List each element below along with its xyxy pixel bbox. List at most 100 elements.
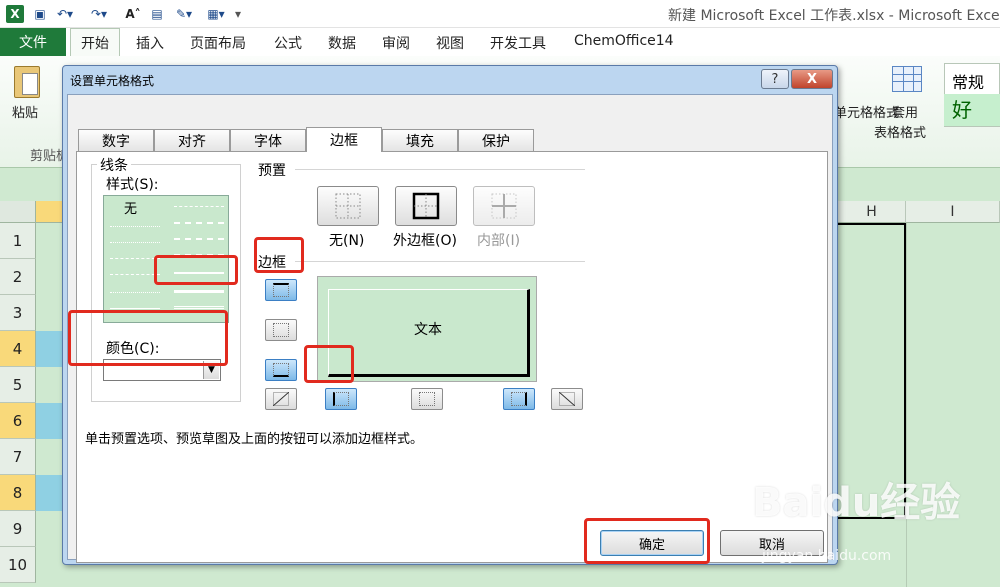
preset-none-label: 无(N) xyxy=(329,233,365,249)
border-separator xyxy=(295,261,585,262)
highlight-color xyxy=(68,310,228,366)
tab-number[interactable]: 数字 xyxy=(78,129,154,151)
font-size-icon[interactable]: A˄ xyxy=(124,5,142,23)
tab-font[interactable]: 字体 xyxy=(230,129,306,151)
row-header-4[interactable]: 4 xyxy=(0,331,36,367)
paste-label[interactable]: 粘贴 xyxy=(12,102,38,121)
dialog-title: 设置单元格格式 xyxy=(70,74,155,88)
line-style-option[interactable] xyxy=(110,226,160,227)
style-normal[interactable]: 常规 xyxy=(952,69,984,93)
redo-icon[interactable]: ↷▾ xyxy=(88,5,110,23)
window-title: 新建 Microsoft Excel 工作表.xlsx - Microsoft … xyxy=(668,8,1000,24)
line-style-option[interactable] xyxy=(110,308,160,309)
border-middle-v-icon xyxy=(419,392,435,406)
row-header-7[interactable]: 7 xyxy=(0,439,36,475)
line-style-none[interactable]: 无 xyxy=(124,198,137,217)
tab-data[interactable]: 数据 xyxy=(328,33,356,53)
highlight-ok xyxy=(584,518,710,564)
highlight-left-border xyxy=(304,345,354,383)
preview-text: 文本 xyxy=(414,322,442,338)
preset-outline-button[interactable] xyxy=(395,186,457,226)
border-right-icon xyxy=(511,392,527,406)
border-middle-v-button[interactable] xyxy=(411,388,443,410)
preset-label: 预置 xyxy=(255,160,289,180)
format-icon[interactable]: ▤ xyxy=(148,5,166,23)
row-header-6[interactable]: 6 xyxy=(0,403,36,439)
row-header-1[interactable]: 1 xyxy=(0,223,36,259)
title-bar: X ▣ ↶▾ ↷▾ A˄ ▤ ✎▾ ▦▾ ▾ 新建 Microsoft Exce… xyxy=(0,0,1000,28)
line-style-option[interactable] xyxy=(110,242,160,243)
row-header-5[interactable]: 5 xyxy=(0,367,36,403)
close-button[interactable]: X xyxy=(791,69,833,89)
highlight-icon[interactable]: ✎▾ xyxy=(172,5,196,23)
border-left-button[interactable] xyxy=(325,388,357,410)
tab-view[interactable]: 视图 xyxy=(436,33,464,53)
tab-file[interactable]: 文件 xyxy=(0,28,66,56)
hint-text: 单击预置选项、预览草图及上面的按钮可以添加边框样式。 xyxy=(85,432,424,447)
tab-review[interactable]: 审阅 xyxy=(382,33,410,53)
cell-styles-label[interactable]: 单元格格式 xyxy=(834,102,899,121)
border-top-icon xyxy=(273,283,289,297)
line-style-option[interactable] xyxy=(174,222,224,224)
line-group-label: 线条 xyxy=(97,155,131,175)
line-style-option[interactable] xyxy=(110,292,160,293)
border-middle-h-button[interactable] xyxy=(265,319,297,341)
border-middle-h-icon xyxy=(273,323,289,337)
save-icon[interactable]: ▣ xyxy=(32,5,48,23)
line-style-option[interactable] xyxy=(174,206,224,207)
baidu-watermark: Baidu经验 xyxy=(752,480,961,526)
tab-developer[interactable]: 开发工具 xyxy=(490,33,546,53)
column-header-h[interactable]: H xyxy=(838,201,906,223)
format-as-table-label-1[interactable]: 套用 xyxy=(892,102,918,121)
customize-icon[interactable]: ▾ xyxy=(232,5,244,23)
line-style-option[interactable] xyxy=(174,238,224,240)
line-style-selected[interactable] xyxy=(174,290,224,293)
tab-page-layout[interactable]: 页面布局 xyxy=(190,33,246,53)
diagonal-down-icon xyxy=(559,392,575,406)
preset-outline-label: 外边框(O) xyxy=(393,233,457,249)
border-diag-up-button[interactable] xyxy=(265,388,297,410)
border-top-button[interactable] xyxy=(265,279,297,301)
line-style-option[interactable] xyxy=(110,258,160,259)
undo-icon[interactable]: ↶▾ xyxy=(54,5,76,23)
preset-none-button[interactable] xyxy=(317,186,379,226)
baidu-watermark-url: jingyan.baidu.com xyxy=(762,548,892,564)
style-good[interactable]: 好 xyxy=(944,94,1000,126)
tab-border[interactable]: 边框 xyxy=(306,127,382,152)
format-as-table-label-2[interactable]: 表格格式 xyxy=(874,122,926,141)
help-button[interactable]: ? xyxy=(761,69,789,89)
tab-insert[interactable]: 插入 xyxy=(136,33,164,53)
row-header-2[interactable]: 2 xyxy=(0,259,36,295)
border-left-icon xyxy=(333,392,349,406)
border-none-icon xyxy=(335,193,361,219)
tab-formulas[interactable]: 公式 xyxy=(274,33,302,53)
paste-icon[interactable] xyxy=(14,66,40,98)
format-as-table-icon[interactable] xyxy=(892,66,922,92)
highlight-line-style xyxy=(154,255,238,285)
border-inside-icon xyxy=(491,193,517,219)
highlight-top-border xyxy=(254,237,304,273)
border-bottom-button[interactable] xyxy=(265,359,297,381)
preset-inside-button[interactable] xyxy=(473,186,535,226)
grid-line xyxy=(906,223,907,587)
row-header-8[interactable]: 8 xyxy=(0,475,36,511)
border-bottom-icon xyxy=(273,363,289,377)
tab-chemoffice[interactable]: ChemOffice14 xyxy=(574,33,674,49)
border-right-button[interactable] xyxy=(503,388,535,410)
tab-protection[interactable]: 保护 xyxy=(458,129,534,151)
line-style-option[interactable] xyxy=(110,274,160,275)
row-header-3[interactable]: 3 xyxy=(0,295,36,331)
line-style-option[interactable] xyxy=(174,306,224,309)
tab-alignment[interactable]: 对齐 xyxy=(154,129,230,151)
preset-inside-label: 内部(I) xyxy=(477,233,521,249)
row-header-9[interactable]: 9 xyxy=(0,511,36,547)
tab-home[interactable]: 开始 xyxy=(70,28,120,57)
select-all-corner[interactable] xyxy=(0,201,36,223)
tab-fill[interactable]: 填充 xyxy=(382,129,458,151)
preset-separator xyxy=(295,169,585,170)
border-diag-down-button[interactable] xyxy=(551,388,583,410)
excel-logo-icon: X xyxy=(6,5,24,23)
row-header-10[interactable]: 10 xyxy=(0,547,36,583)
column-header-i[interactable]: I xyxy=(906,201,1000,223)
table-icon[interactable]: ▦▾ xyxy=(206,5,226,23)
